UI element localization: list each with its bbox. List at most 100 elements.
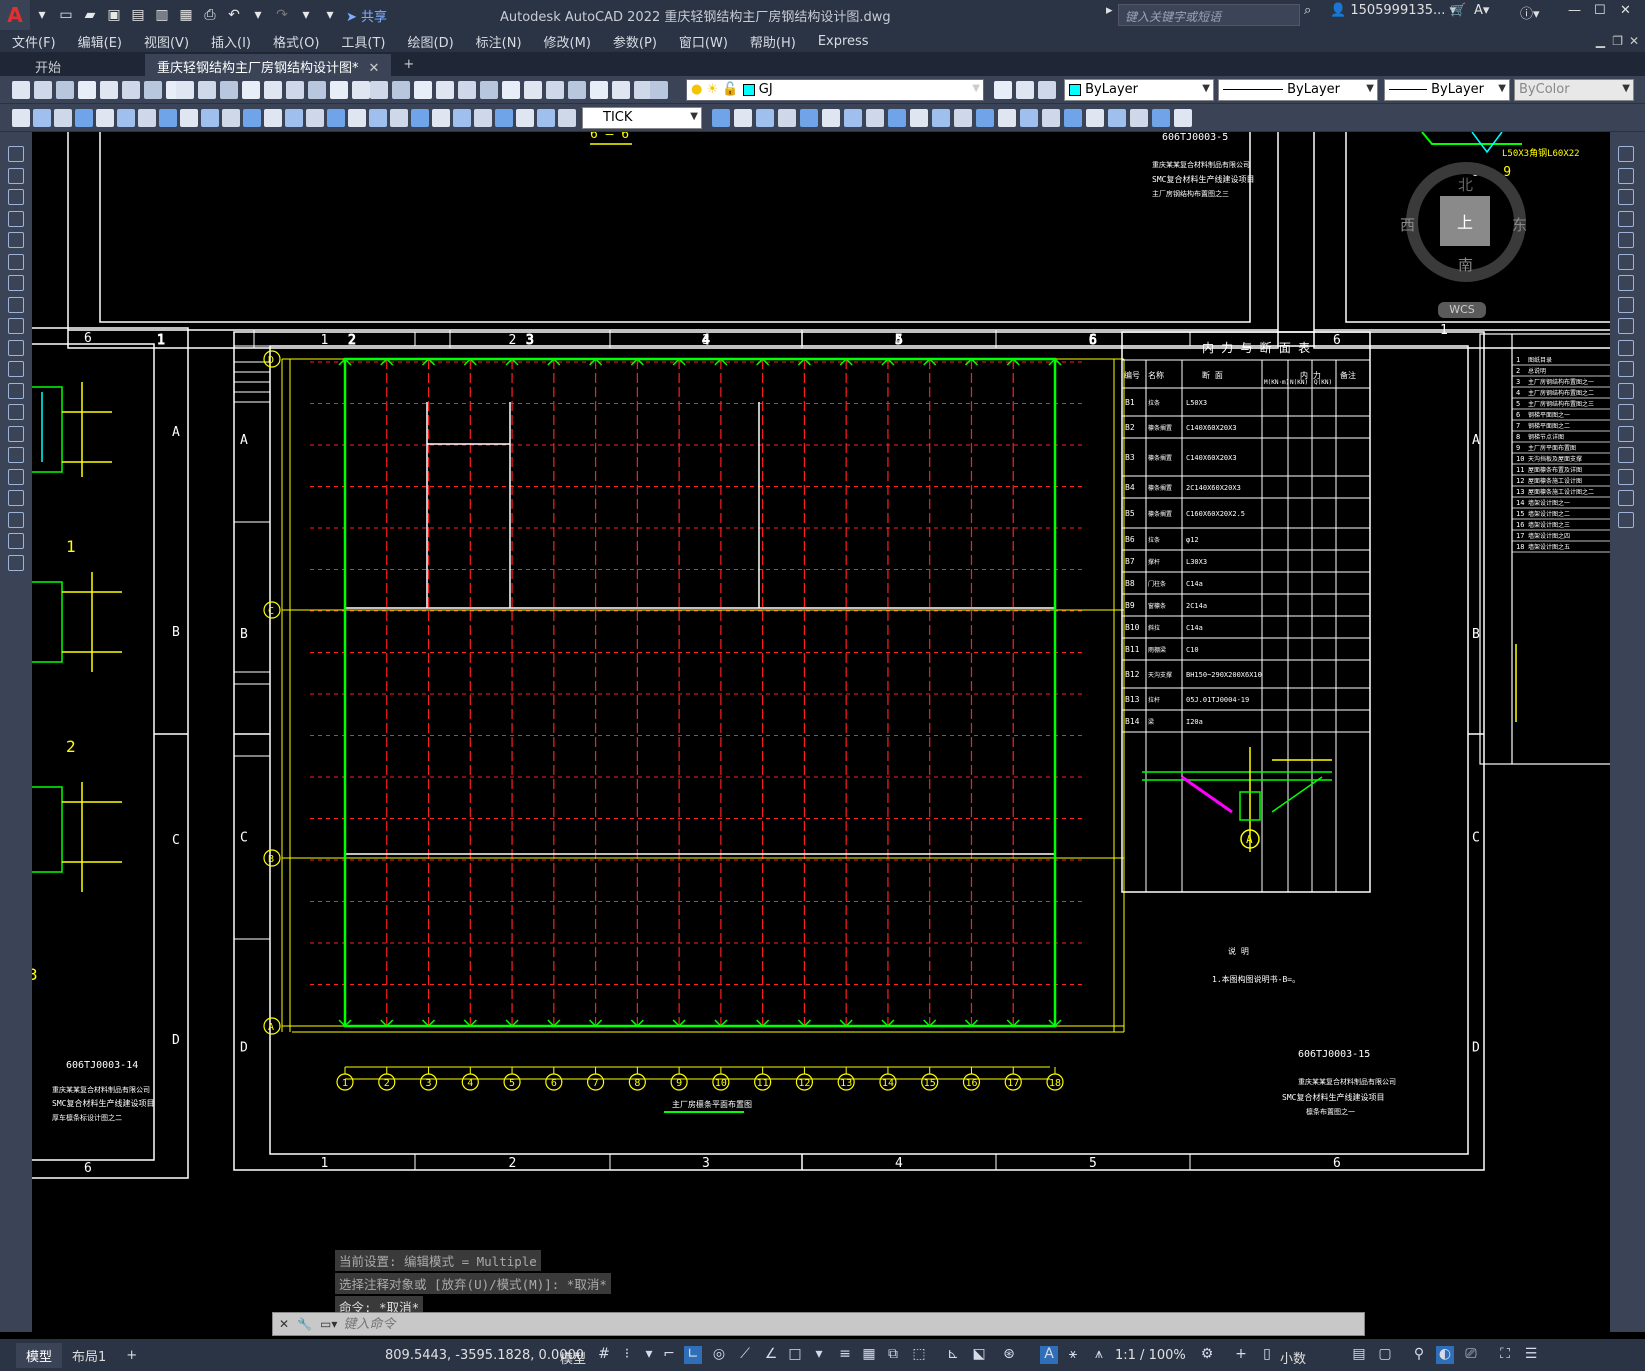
diameter-icon[interactable]: [1086, 109, 1104, 127]
linear-dim-icon[interactable]: [411, 109, 429, 127]
ordinate-icon[interactable]: [1020, 109, 1038, 127]
point-icon[interactable]: [8, 425, 24, 442]
match-icon[interactable]: [198, 81, 216, 99]
transparency-icon[interactable]: ▦: [860, 1346, 878, 1364]
customize-qa-icon[interactable]: ▾: [319, 4, 341, 26]
make-current-icon[interactable]: [480, 81, 498, 99]
properties-icon[interactable]: [308, 81, 326, 99]
radius-icon[interactable]: [96, 109, 114, 127]
preview-icon[interactable]: [612, 81, 630, 99]
doc-minimize-button[interactable]: ▁: [1596, 34, 1605, 48]
space-icon[interactable]: [243, 109, 261, 127]
ortho-icon[interactable]: ∟: [684, 1346, 702, 1364]
arc-length-icon[interactable]: [453, 109, 471, 127]
markup-icon[interactable]: [392, 81, 410, 99]
dimstyle-icon[interactable]: [932, 109, 950, 127]
dimstyle-combo[interactable]: TICK ▼: [582, 107, 702, 129]
extend-icon[interactable]: [1618, 361, 1634, 377]
menu-tools[interactable]: 工具(T): [341, 32, 385, 51]
inspect-icon[interactable]: [327, 109, 345, 127]
menu-express[interactable]: Express: [818, 34, 869, 49]
stretch-icon[interactable]: [1618, 318, 1634, 334]
lock-ui-icon[interactable]: ▢: [1376, 1346, 1394, 1364]
angular-icon[interactable]: [558, 109, 576, 127]
save-icon[interactable]: ▣: [103, 4, 125, 26]
save-web-icon[interactable]: ▦: [175, 4, 197, 26]
angular-icon[interactable]: [1108, 109, 1126, 127]
drawing-area[interactable]: 123456 6 — 6 606TJ0003-5 重庆某某复合材料制品有限公司 …: [32, 132, 1610, 1332]
tolerance-icon[interactable]: [285, 109, 303, 127]
ellipse-icon[interactable]: [8, 339, 24, 356]
color-combo[interactable]: ByLayer ▼: [1064, 79, 1214, 101]
layer-properties-icon[interactable]: [458, 81, 476, 99]
viewcube[interactable]: 上 北 南 西 东 WCS: [1400, 162, 1527, 322]
quick-dim-icon[interactable]: [712, 109, 730, 127]
region-icon[interactable]: [8, 490, 24, 506]
diameter-icon[interactable]: [138, 109, 156, 127]
osnap-tracking-icon[interactable]: ∠: [762, 1346, 780, 1364]
undo-dropdown-icon[interactable]: ▾: [247, 4, 269, 26]
selection-filter-icon[interactable]: ⬕: [970, 1346, 988, 1364]
chamfer-icon[interactable]: [1618, 447, 1634, 463]
arc-length-icon[interactable]: [54, 109, 72, 127]
menu-file[interactable]: 文件(F): [12, 32, 56, 51]
tab-start[interactable]: 开始: [0, 54, 145, 76]
offset-icon[interactable]: [1618, 210, 1634, 227]
tab-layout1[interactable]: 布局1: [62, 1343, 116, 1368]
paste-icon[interactable]: [176, 81, 194, 99]
move-icon[interactable]: [1618, 253, 1634, 270]
erase-icon[interactable]: [1618, 146, 1634, 162]
command-recent-icon[interactable]: ▭▾: [320, 1317, 337, 1331]
units-icon[interactable]: ▯: [1258, 1346, 1276, 1364]
circle-icon[interactable]: [8, 275, 24, 291]
open-file-icon[interactable]: ▰: [79, 4, 101, 26]
graphics-performance-icon[interactable]: ◐: [1436, 1346, 1454, 1364]
menu-format[interactable]: 格式(O): [273, 32, 319, 51]
center-mark-icon[interactable]: [844, 109, 862, 127]
menu-draw[interactable]: 绘图(D): [408, 32, 454, 51]
zoom-icon[interactable]: [286, 81, 304, 99]
plot-icon[interactable]: ⎙: [199, 4, 221, 26]
radius-icon[interactable]: [1042, 109, 1060, 127]
plot-icon[interactable]: [590, 81, 608, 99]
autoscale-icon[interactable]: ⚹: [1064, 1346, 1082, 1364]
open-icon[interactable]: [34, 81, 52, 99]
linetype-combo[interactable]: ByLayer ▼: [1218, 79, 1378, 101]
osnap-icon[interactable]: □: [786, 1346, 804, 1364]
coordinates-readout[interactable]: 809.5443, -3595.1828, 0.0000: [385, 1348, 584, 1363]
app-menu-chevron-icon[interactable]: ▾: [31, 4, 53, 26]
cart-icon[interactable]: 🛒: [1450, 3, 1466, 18]
redo-dropdown-icon[interactable]: ▾: [295, 4, 317, 26]
array-icon[interactable]: [1618, 232, 1634, 248]
match-icon[interactable]: [1038, 81, 1056, 99]
undo-icon[interactable]: ↶: [223, 4, 245, 26]
viewcube-west[interactable]: 西: [1400, 214, 1415, 235]
menu-insert[interactable]: 插入(I): [211, 32, 251, 51]
units-readout[interactable]: 小数: [1280, 1348, 1306, 1367]
open-icon[interactable]: [546, 81, 564, 99]
jogged-icon[interactable]: [117, 109, 135, 127]
isodraft-icon[interactable]: ⟋: [736, 1346, 754, 1364]
ellipse-arc-icon[interactable]: [8, 361, 24, 377]
minimize-button[interactable]: —: [1568, 3, 1581, 18]
help-icon[interactable]: ⓘ▾: [1520, 3, 1540, 22]
explode-icon[interactable]: [1618, 511, 1634, 528]
open-web-icon[interactable]: ▥: [151, 4, 173, 26]
autocad-logo-icon[interactable]: A: [0, 0, 30, 30]
aligned-dim-icon[interactable]: [432, 109, 450, 127]
table-icon[interactable]: [8, 511, 24, 528]
copy-object-icon[interactable]: [1618, 167, 1634, 184]
save-icon[interactable]: [568, 81, 586, 99]
clean-screen-icon[interactable]: ⎚: [1462, 1346, 1480, 1364]
doc-close-button[interactable]: ✕: [1629, 34, 1639, 48]
aligned-dim-icon[interactable]: [976, 109, 994, 127]
dynamic-ucs-icon[interactable]: ⊾: [944, 1346, 962, 1364]
calc-icon[interactable]: [414, 81, 432, 99]
baseline-icon[interactable]: [734, 109, 752, 127]
plot-icon[interactable]: [78, 81, 96, 99]
baseline-icon[interactable]: [1152, 109, 1170, 127]
undo-icon[interactable]: [220, 81, 238, 99]
close-tab-icon[interactable]: ✕: [369, 61, 380, 76]
rectangle-icon[interactable]: [8, 232, 24, 248]
quick-dim-icon[interactable]: [1130, 109, 1148, 127]
